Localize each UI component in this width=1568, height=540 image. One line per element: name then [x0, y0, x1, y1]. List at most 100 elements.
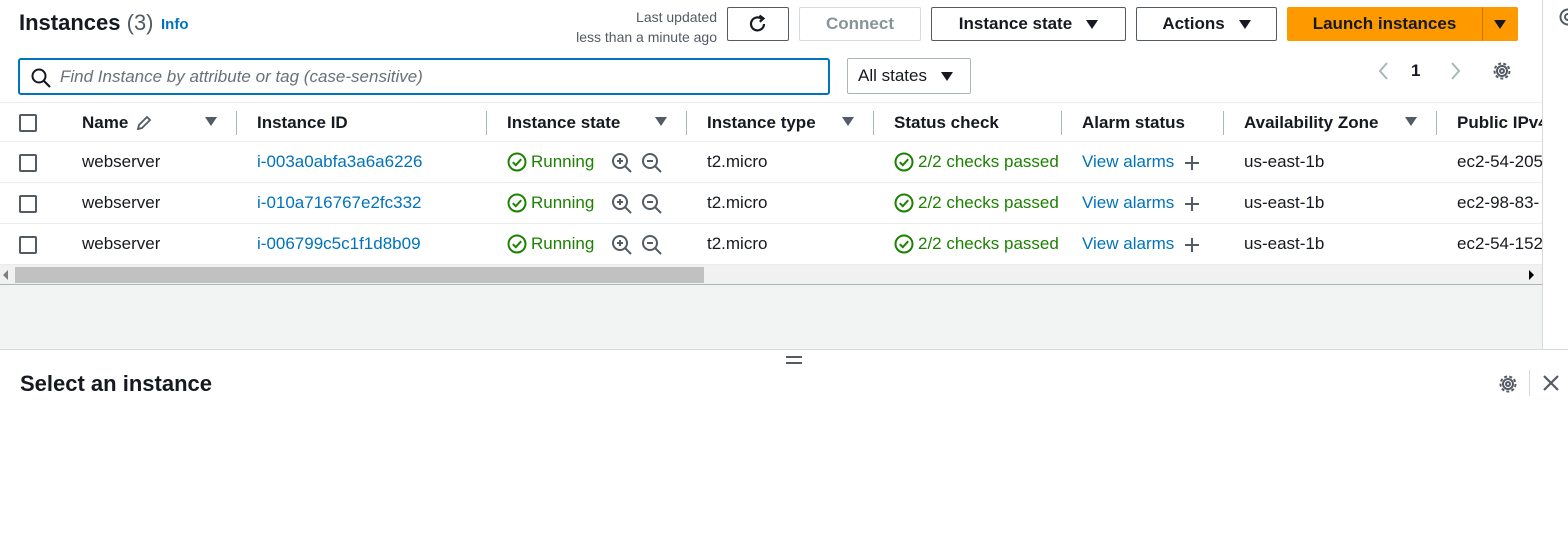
select-all-checkbox[interactable]: [19, 114, 37, 132]
scroll-left-arrow-icon[interactable]: [3, 270, 8, 280]
instance-id-link[interactable]: i-010a716767e2fc332: [257, 193, 421, 213]
instance-name: webserver: [82, 234, 161, 253]
column-divider[interactable]: [1061, 111, 1062, 135]
gear-icon[interactable]: [1556, 6, 1568, 28]
row-checkbox[interactable]: [19, 195, 37, 213]
instance-state: Running: [507, 193, 594, 213]
column-header-instance-type[interactable]: Instance type: [707, 113, 816, 133]
instance-id-link[interactable]: i-006799c5c1f1d8b09: [257, 234, 421, 254]
toolbar-divider: [1529, 370, 1530, 396]
zoom-out-icon[interactable]: [641, 193, 663, 215]
status-check: 2/2 checks passed: [894, 152, 1061, 172]
search-box[interactable]: [18, 58, 830, 95]
gear-icon[interactable]: [1490, 59, 1514, 83]
instance-count: (3): [126, 10, 154, 35]
view-alarms-link[interactable]: View alarms: [1082, 152, 1174, 172]
plus-icon[interactable]: [1183, 154, 1201, 172]
check-circle-icon: [507, 193, 527, 213]
sort-caret-icon[interactable]: [1405, 117, 1417, 126]
zoom-in-icon[interactable]: [611, 234, 633, 256]
scrollbar-thumb[interactable]: [15, 267, 704, 283]
horizontal-scrollbar[interactable]: [0, 265, 1542, 285]
zoom-in-icon[interactable]: [611, 152, 633, 174]
column-divider[interactable]: [873, 111, 874, 135]
refresh-button[interactable]: [727, 7, 789, 41]
actions-label: Actions: [1162, 14, 1225, 33]
column-header-public-ipv4[interactable]: Public IPv4: [1457, 113, 1542, 133]
close-icon[interactable]: [1541, 373, 1561, 393]
status-check: 2/2 checks passed: [894, 234, 1061, 254]
sort-caret-icon[interactable]: [205, 117, 217, 126]
row-checkbox[interactable]: [19, 154, 37, 172]
check-circle-icon: [507, 152, 527, 172]
column-divider[interactable]: [486, 111, 487, 135]
sort-caret-icon[interactable]: [655, 117, 667, 126]
instance-state-button[interactable]: Instance state: [931, 7, 1126, 41]
status-check-text: 2/2 checks passed: [918, 152, 1059, 171]
column-header-instance-state[interactable]: Instance state: [507, 113, 620, 133]
last-updated-label: Last updated: [636, 9, 717, 25]
caret-down-icon: [1086, 19, 1099, 29]
column-header-status-check[interactable]: Status check: [894, 113, 999, 133]
current-page[interactable]: 1: [1411, 61, 1420, 81]
column-header-alarm-status[interactable]: Alarm status: [1082, 113, 1185, 133]
instance-id-link[interactable]: i-003a0abfa3a6a6226: [257, 152, 422, 172]
page-title: Instances (3): [19, 10, 154, 36]
table-row[interactable]: webserver i-003a0abfa3a6a6226 Running t2…: [0, 142, 1542, 183]
gear-icon[interactable]: [1496, 372, 1520, 396]
instance-type: t2.micro: [707, 152, 768, 171]
chevron-right-icon[interactable]: [1446, 60, 1464, 82]
table-row[interactable]: webserver i-010a716767e2fc332 Running t2…: [0, 183, 1542, 224]
launch-instances-button[interactable]: Launch instances: [1287, 7, 1482, 41]
split-panel-divider: [0, 349, 1568, 350]
status-check-text: 2/2 checks passed: [918, 193, 1059, 212]
column-header-instance-id[interactable]: Instance ID: [257, 113, 348, 133]
public-ipv4-dns: ec2-54-152: [1457, 234, 1542, 253]
search-input[interactable]: [60, 64, 820, 90]
sort-caret-icon[interactable]: [842, 117, 854, 126]
zoom-in-icon[interactable]: [611, 193, 633, 215]
instance-type: t2.micro: [707, 193, 768, 212]
connect-button[interactable]: Connect: [799, 7, 921, 41]
plus-icon[interactable]: [1183, 195, 1201, 213]
table-header: Name Instance ID Instance state Instance…: [0, 102, 1542, 142]
column-header-availability-zone[interactable]: Availability Zone: [1244, 113, 1378, 133]
actions-button[interactable]: Actions: [1136, 7, 1277, 41]
status-check-text: 2/2 checks passed: [918, 234, 1059, 253]
instance-state-text: Running: [531, 152, 595, 171]
last-updated-time: less than a minute ago: [576, 29, 717, 45]
panel-edge-divider: [1542, 0, 1543, 350]
instance-state: Running: [507, 234, 594, 254]
state-filter-select[interactable]: All states: [847, 58, 971, 94]
instance-state-text: Running: [531, 234, 595, 253]
column-divider[interactable]: [686, 111, 687, 135]
column-header-name[interactable]: Name: [82, 113, 128, 133]
check-circle-icon: [894, 152, 914, 172]
scroll-right-arrow-icon[interactable]: [1529, 270, 1534, 280]
column-divider[interactable]: [1436, 111, 1437, 135]
zoom-out-icon[interactable]: [641, 234, 663, 256]
table-row[interactable]: webserver i-006799c5c1f1d8b09 Running t2…: [0, 224, 1542, 265]
info-link[interactable]: Info: [161, 16, 189, 33]
view-alarms-link[interactable]: View alarms: [1082, 193, 1174, 213]
column-divider[interactable]: [1223, 111, 1224, 135]
pencil-icon: [136, 115, 152, 131]
check-circle-icon: [894, 193, 914, 213]
check-circle-icon: [894, 234, 914, 254]
public-ipv4-dns: ec2-98-83-: [1457, 193, 1540, 212]
plus-icon[interactable]: [1183, 236, 1201, 254]
view-alarms-link[interactable]: View alarms: [1082, 234, 1174, 254]
zoom-out-icon[interactable]: [641, 152, 663, 174]
row-checkbox[interactable]: [19, 236, 37, 254]
column-divider[interactable]: [236, 111, 237, 135]
resize-handle-icon[interactable]: [786, 356, 802, 366]
details-panel-title: Select an instance: [20, 371, 212, 396]
caret-down-icon: [940, 71, 953, 81]
launch-dropdown-button[interactable]: [1482, 7, 1518, 41]
chevron-left-icon[interactable]: [1375, 60, 1393, 82]
instance-state-label: Instance state: [958, 14, 1073, 33]
caret-down-icon: [1238, 19, 1251, 29]
refresh-icon: [749, 14, 766, 32]
search-icon: [31, 68, 51, 88]
instance-state: Running: [507, 152, 594, 172]
